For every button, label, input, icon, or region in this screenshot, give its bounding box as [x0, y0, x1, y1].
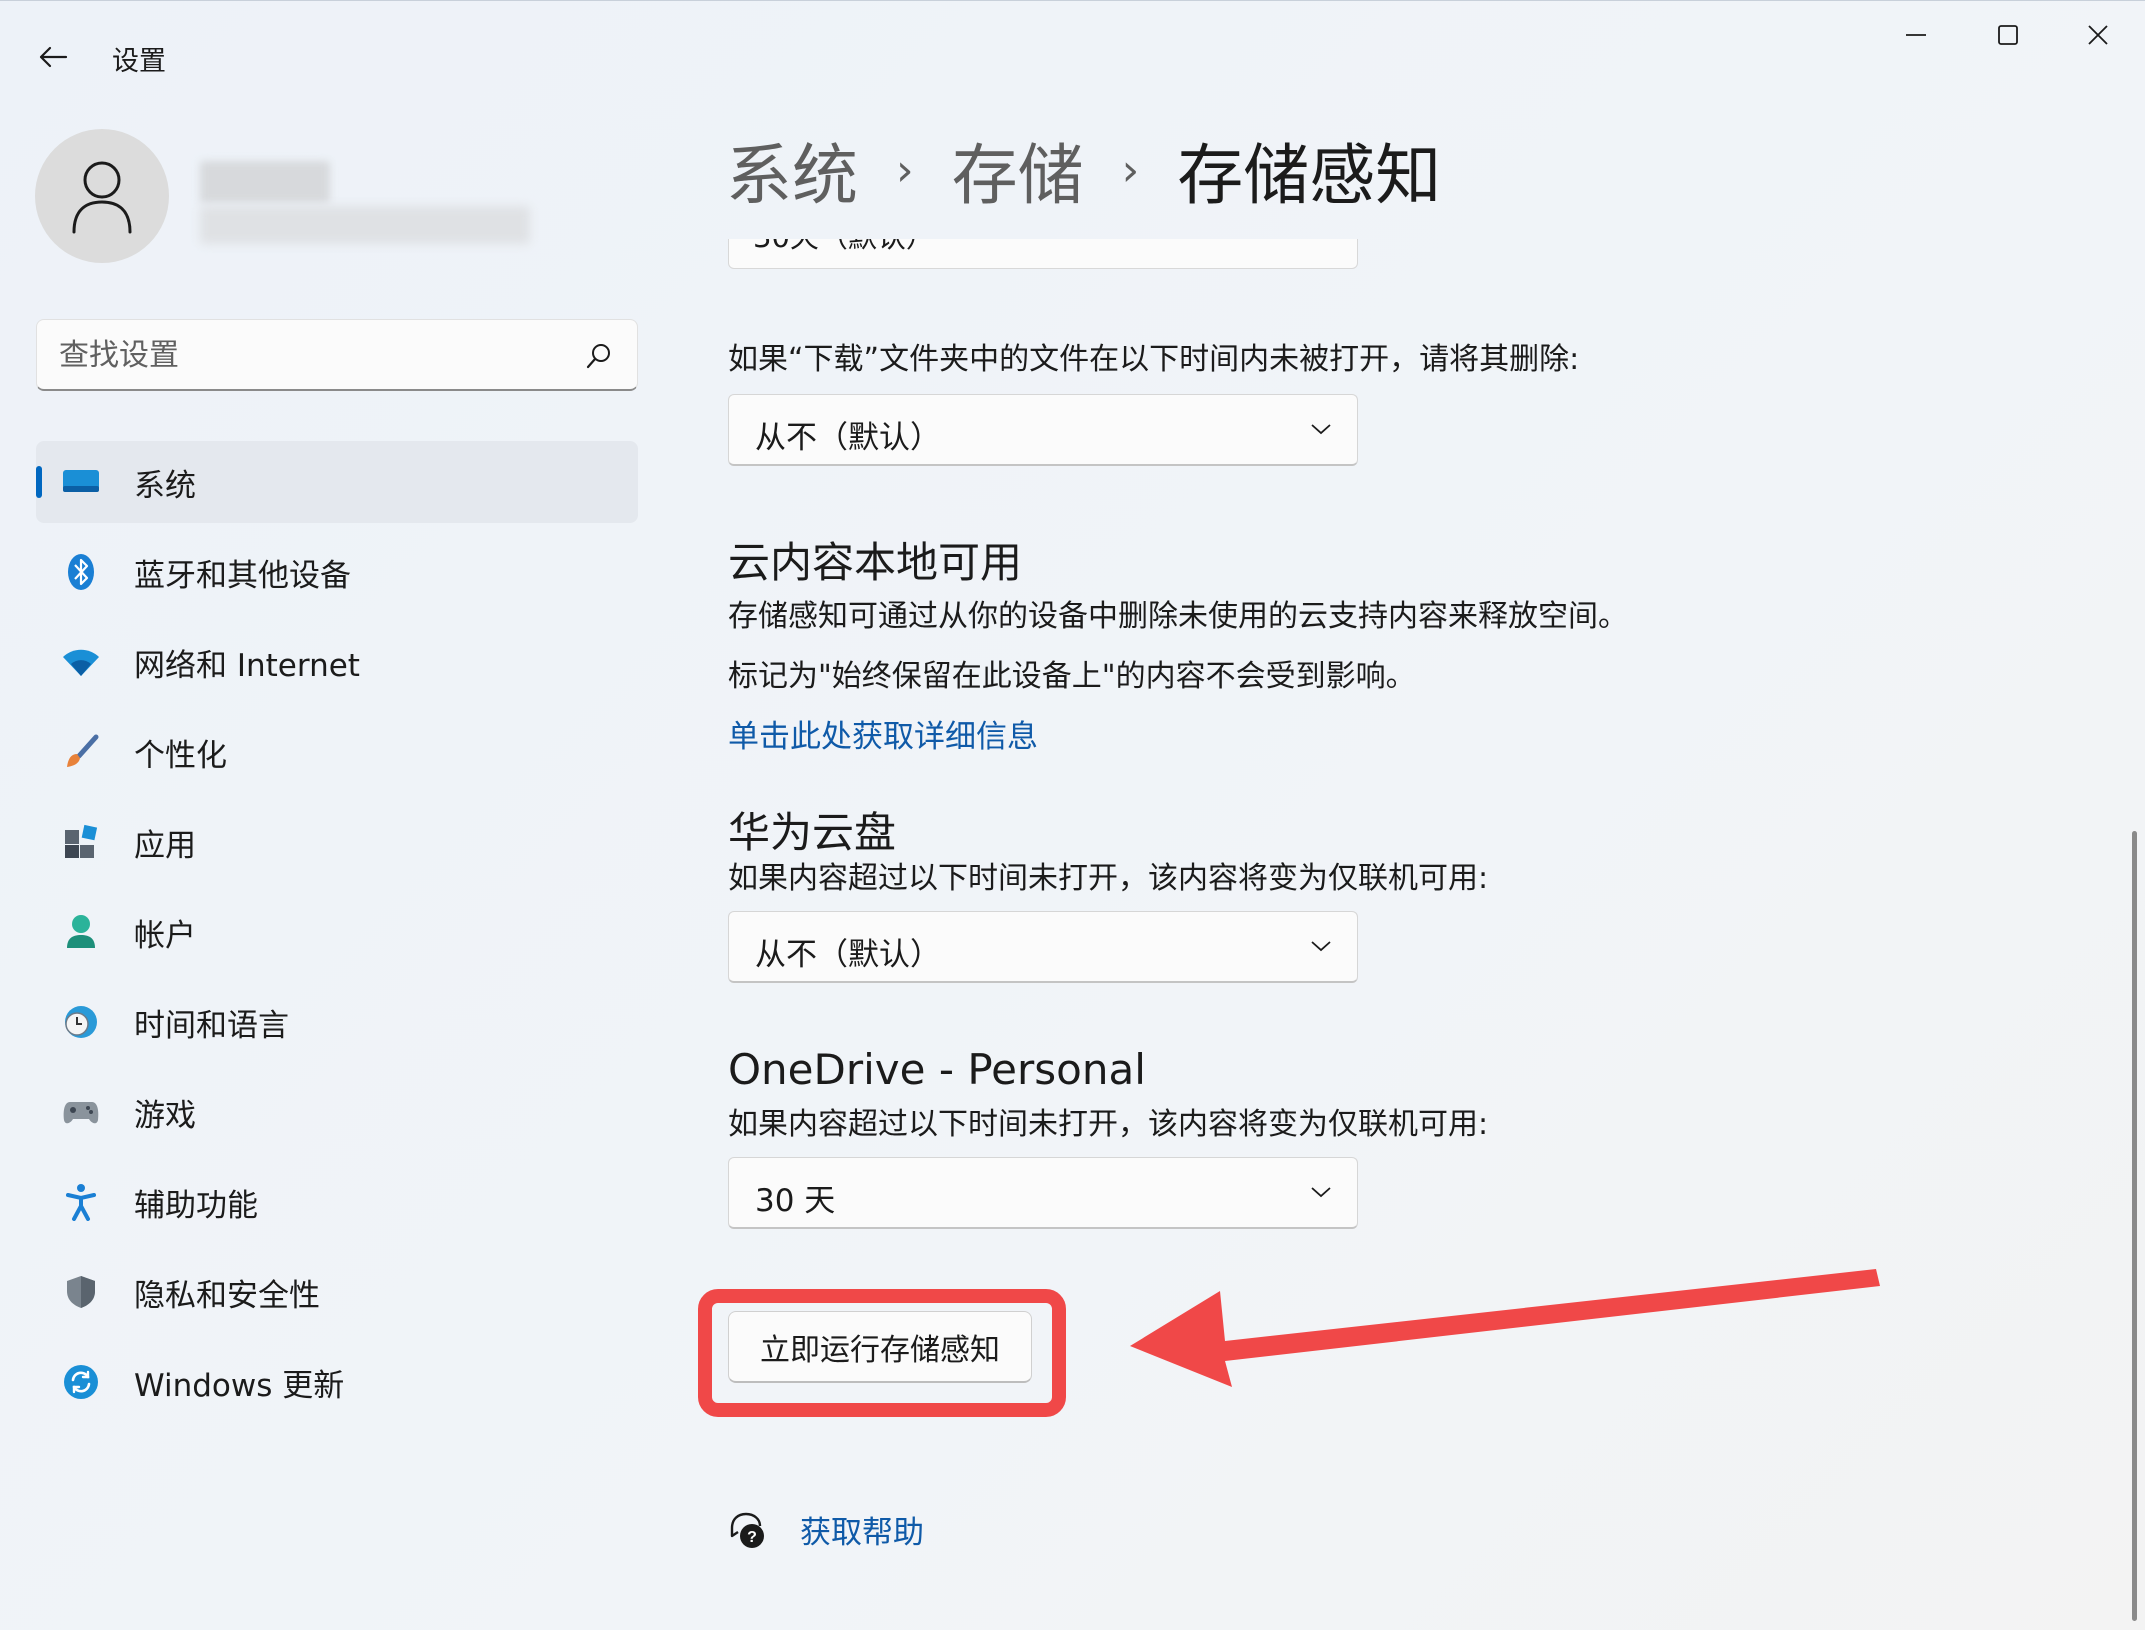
sidebar-item-gaming[interactable]: 游戏 — [36, 1071, 638, 1153]
page-title: 存储感知 — [1177, 137, 1442, 214]
search-box[interactable] — [36, 319, 638, 391]
gamepad-icon — [62, 1093, 100, 1131]
sidebar-item-label: 游戏 — [134, 1097, 196, 1134]
sidebar-item-label: 帐户 — [134, 917, 196, 954]
sidebar-item-label: 个性化 — [134, 737, 227, 774]
onedrive-dropdown[interactable]: 30 天 — [728, 1157, 1358, 1229]
user-icon — [72, 161, 132, 234]
content-pane: 30天（默认） 如果“下载”文件夹中的文件在以下时间内未被打开，请将其删除: 从… — [728, 239, 2128, 1630]
help-link-label: 获取帮助 — [800, 1515, 924, 1551]
sidebar-item-label: 辅助功能 — [134, 1187, 258, 1224]
onedrive-label: 如果内容超过以下时间未打开，该内容将变为仅联机可用: — [728, 1107, 1489, 1142]
blurred-user-email — [200, 206, 530, 244]
update-icon — [62, 1363, 100, 1401]
sidebar-item-apps[interactable]: 应用 — [36, 801, 638, 883]
sidebar-item-system[interactable]: 系统 — [36, 441, 638, 523]
cloud-description-1: 存储感知可通过从你的设备中删除未使用的云支持内容来释放空间。 — [728, 599, 1628, 634]
sidebar-item-personalization[interactable]: 个性化 — [36, 711, 638, 793]
sidebar-item-windows-update[interactable]: Windows 更新 — [36, 1341, 638, 1423]
breadcrumb-separator: › — [1121, 144, 1140, 196]
maximize-icon — [1998, 25, 2018, 45]
account-icon — [62, 913, 100, 951]
dropdown-value: 30 天 — [755, 1183, 836, 1219]
settings-window: 设置 系统 蓝 — [0, 0, 2145, 1630]
downloads-label: 如果“下载”文件夹中的文件在以下时间内未被打开，请将其删除: — [728, 342, 1580, 377]
wifi-icon — [62, 643, 100, 681]
cloud-section-title: 云内容本地可用 — [728, 538, 1023, 587]
sidebar-nav: 系统 蓝牙和其他设备 网络和 Internet 个性化 应用 帐户 时间和语言 … — [36, 441, 638, 1431]
arrow-left-icon — [39, 46, 68, 68]
dropdown-value: 30天（默认） — [753, 239, 935, 256]
maximize-button[interactable] — [1978, 15, 2038, 55]
sidebar-item-network[interactable]: 网络和 Internet — [36, 621, 638, 703]
sidebar-item-privacy[interactable]: 隐私和安全性 — [36, 1251, 638, 1333]
sidebar-item-label: Windows 更新 — [134, 1367, 345, 1404]
blurred-user-name — [200, 161, 330, 203]
dropdown-value: 从不（默认） — [755, 937, 941, 973]
chevron-down-icon — [1311, 424, 1331, 435]
sidebar-item-time-language[interactable]: 时间和语言 — [36, 981, 638, 1063]
svg-text:?: ? — [747, 1529, 757, 1546]
bluetooth-icon — [62, 553, 100, 591]
scrollbar[interactable] — [2132, 831, 2137, 1621]
sidebar-item-label: 系统 — [134, 467, 196, 504]
downloads-dropdown[interactable]: 从不（默认） — [728, 394, 1358, 466]
close-icon — [2088, 25, 2108, 45]
back-button[interactable] — [30, 37, 76, 77]
more-info-link[interactable]: 单击此处获取详细信息 — [728, 711, 1038, 756]
search-icon[interactable] — [585, 342, 613, 370]
sidebar-item-label: 蓝牙和其他设备 — [134, 557, 351, 594]
close-button[interactable] — [2068, 15, 2128, 55]
time-language-icon — [62, 1003, 100, 1041]
breadcrumb: 系统 › 存储 › 存储感知 — [726, 125, 1441, 215]
onedrive-section-title: OneDrive - Personal — [728, 1045, 1146, 1094]
sidebar-item-accessibility[interactable]: 辅助功能 — [36, 1161, 638, 1243]
help-icon: ? — [730, 1512, 764, 1548]
sidebar-item-label: 隐私和安全性 — [134, 1277, 320, 1314]
get-help-link[interactable]: ? 获取帮助 — [728, 1507, 924, 1552]
search-input[interactable] — [59, 334, 579, 376]
app-title: 设置 — [112, 46, 166, 77]
accessibility-icon — [62, 1183, 100, 1221]
recycle-bin-dropdown[interactable]: 30天（默认） — [728, 239, 1358, 269]
chevron-down-icon — [1311, 941, 1331, 952]
cloud-description-2: 标记为"始终保留在此设备上"的内容不会受到影响。 — [728, 659, 1416, 694]
breadcrumb-separator: › — [896, 144, 914, 196]
shield-icon — [62, 1273, 100, 1311]
breadcrumb-item-system[interactable]: 系统 — [726, 122, 858, 218]
sidebar-item-accounts[interactable]: 帐户 — [36, 891, 638, 973]
system-icon — [62, 463, 100, 501]
sidebar-item-label: 时间和语言 — [134, 1007, 289, 1044]
sidebar-item-label: 网络和 Internet — [134, 647, 360, 684]
avatar[interactable] — [35, 129, 169, 263]
huawei-section-title: 华为云盘 — [728, 808, 897, 857]
annotation-highlight-box — [698, 1289, 1066, 1417]
sidebar-item-bluetooth[interactable]: 蓝牙和其他设备 — [36, 531, 638, 613]
apps-icon — [62, 823, 100, 861]
brush-icon — [62, 733, 100, 771]
breadcrumb-item-storage[interactable]: 存储 — [952, 122, 1084, 218]
huawei-label: 如果内容超过以下时间未打开，该内容将变为仅联机可用: — [728, 861, 1489, 896]
huawei-dropdown[interactable]: 从不（默认） — [728, 911, 1358, 983]
minimize-button[interactable] — [1886, 15, 1946, 55]
chevron-down-icon — [1311, 1187, 1331, 1198]
sidebar-item-label: 应用 — [134, 827, 196, 864]
minimize-icon — [1906, 34, 1926, 36]
dropdown-value: 从不（默认） — [755, 420, 941, 456]
